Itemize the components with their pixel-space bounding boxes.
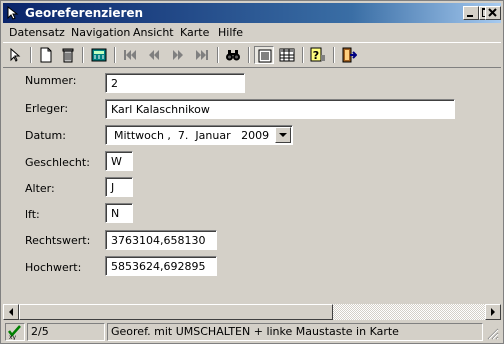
hochwert-field[interactable]: 5853624,692895 [105, 256, 217, 276]
next-page-icon [173, 50, 183, 60]
datum-label: Datum: [25, 129, 66, 142]
exit-button[interactable] [339, 46, 359, 64]
search-button[interactable] [223, 46, 243, 64]
datum-dropdown-button[interactable] [275, 127, 291, 143]
previous-page-icon [149, 50, 159, 60]
first-record-icon [124, 50, 136, 60]
checkmark-icon: xy [8, 325, 21, 340]
alter-label: Alter: [25, 182, 55, 195]
scroll-track[interactable] [333, 304, 485, 320]
nummer-field[interactable]: 2 [105, 73, 245, 93]
status-bar: xy 2/5 Georef. mit UMSCHALTEN + linke Ma… [3, 322, 501, 343]
datum-separator: , [167, 129, 171, 142]
toolbar: ? [3, 42, 501, 68]
toolbar-separator [302, 47, 304, 63]
status-hint: Georef. mit UMSCHALTEN + linke Maustaste… [107, 323, 483, 341]
menu-bar: Datensatz Navigation Ansicht Karte Hilfe [3, 24, 501, 42]
menu-navigation[interactable]: Navigation [71, 26, 130, 40]
datum-month: Januar [195, 129, 231, 142]
record-counter: 2/5 [27, 323, 105, 341]
datum-picker[interactable]: Mittwoch , 7. Januar 2009 [105, 125, 293, 145]
arrow-pointer-icon [10, 47, 21, 62]
binoculars-icon [226, 50, 240, 61]
delete-record-button[interactable] [58, 46, 78, 64]
menu-karte[interactable]: Karte [180, 26, 209, 40]
table-view-icon [279, 48, 295, 62]
rechtswert-field[interactable]: 3763104,658130 [105, 230, 217, 250]
menu-ansicht[interactable]: Ansicht [133, 26, 174, 40]
close-icon [488, 8, 497, 17]
svg-text:?: ? [313, 49, 319, 62]
previous-button[interactable] [144, 46, 164, 64]
new-record-button[interactable] [36, 46, 56, 64]
nummer-label: Nummer: [25, 74, 77, 87]
app-cursor-icon [7, 6, 19, 20]
resize-grip-icon[interactable] [487, 328, 499, 340]
toolbar-separator [333, 47, 335, 63]
toolbar-separator [30, 47, 32, 63]
erleger-label: Erleger: [25, 102, 69, 115]
minimize-icon [467, 15, 473, 17]
app-window: Georeferenzieren Datensatz Navigation An… [0, 0, 504, 344]
last-record-icon [196, 50, 208, 60]
lft-field[interactable]: N [105, 203, 133, 223]
menu-hilfe[interactable]: Hilfe [218, 26, 243, 40]
chevron-down-icon [279, 133, 287, 137]
trash-icon [62, 48, 74, 63]
new-document-icon [40, 47, 52, 63]
alter-field[interactable]: J [105, 177, 133, 197]
arrow-right-icon [491, 308, 495, 316]
scroll-left-button[interactable] [3, 304, 19, 320]
next-button[interactable] [168, 46, 188, 64]
xy-indicator-text: xy [9, 334, 17, 340]
form-view-button[interactable] [254, 46, 274, 64]
lft-label: lft: [25, 208, 40, 221]
erleger-field[interactable]: Karl Kalaschnikow [105, 99, 455, 119]
hochwert-label: Hochwert: [25, 261, 82, 274]
toolbar-separator [217, 47, 219, 63]
rechtswert-label: Rechtswert: [25, 234, 91, 247]
toolbar-separator [114, 47, 116, 63]
title-bar[interactable]: Georeferenzieren [3, 3, 501, 23]
toolbar-separator [248, 47, 250, 63]
help-button[interactable]: ? [308, 46, 328, 64]
select-tool-button[interactable] [5, 46, 25, 64]
calculator-button[interactable] [89, 46, 109, 64]
scroll-right-button[interactable] [485, 304, 501, 320]
geschlecht-label: Geschlecht: [25, 156, 90, 169]
status-indicator: xy [5, 323, 25, 341]
close-button[interactable] [485, 6, 501, 20]
menu-datensatz[interactable]: Datensatz [9, 26, 65, 40]
datum-day: 7. [177, 129, 189, 142]
window-title: Georeferenzieren [25, 6, 144, 20]
horizontal-scrollbar[interactable] [3, 304, 501, 321]
help-icon: ? [310, 47, 325, 62]
first-record-button[interactable] [120, 46, 140, 64]
scroll-thumb[interactable] [19, 304, 333, 320]
minimize-button[interactable] [463, 6, 479, 20]
calculator-icon [91, 48, 107, 62]
datum-year: 2009 [241, 129, 270, 142]
arrow-left-icon [9, 308, 13, 316]
last-record-button[interactable] [192, 46, 212, 64]
toolbar-separator [82, 47, 84, 63]
table-view-button[interactable] [277, 46, 297, 64]
geschlecht-field[interactable]: W [105, 151, 133, 171]
datum-weekday: Mittwoch [114, 129, 164, 142]
form-view-icon [258, 49, 272, 63]
exit-icon [342, 47, 357, 63]
